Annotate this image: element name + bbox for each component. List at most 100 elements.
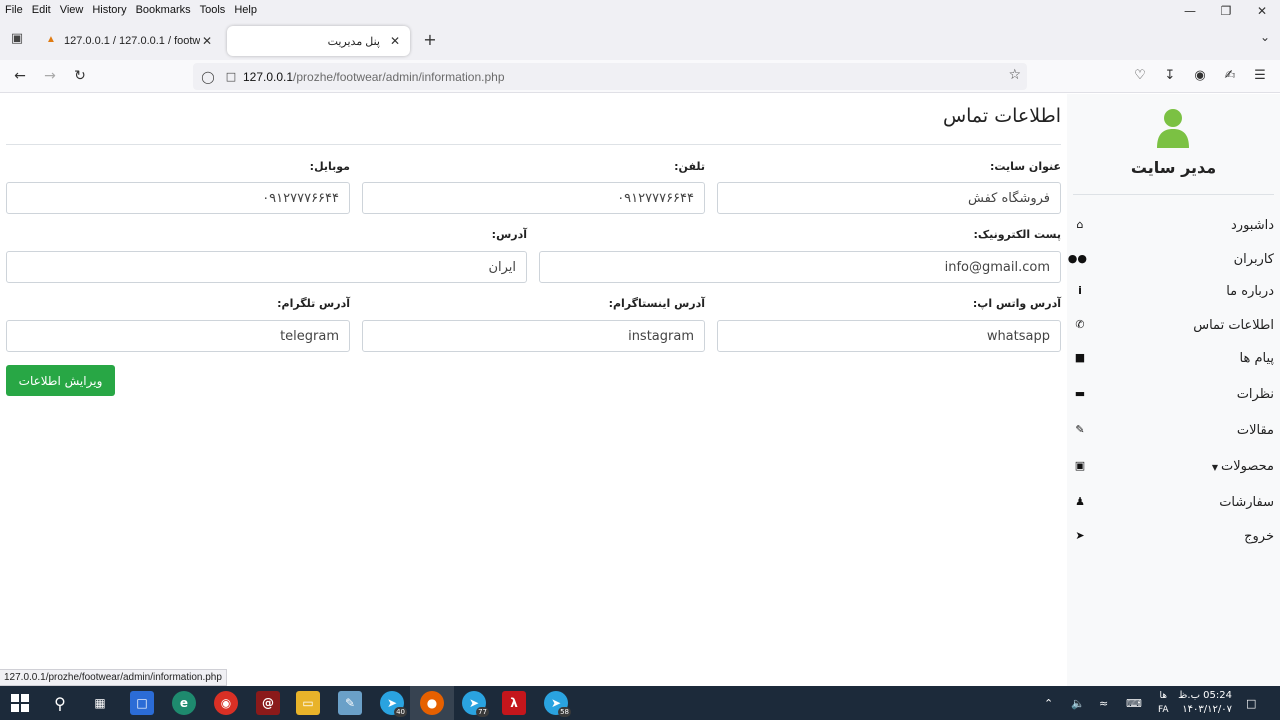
firefox-icon[interactable]: ● <box>420 691 444 715</box>
minimize-icon[interactable]: — <box>1172 0 1208 22</box>
sidebar-item-products[interactable]: محصولات▼ ▣ <box>1073 455 1274 477</box>
sidebar-item-logout[interactable]: خروج ➤ <box>1073 525 1274 547</box>
menu-file[interactable]: File <box>1 4 27 16</box>
telegram-icon[interactable]: ➤ 77 <box>462 691 489 717</box>
system-clock[interactable]: 05:24 ب.ظ ۱۴۰۳/۱۲/۰۷ <box>1178 689 1232 717</box>
menu-help[interactable]: Help <box>230 4 261 16</box>
sidebar-item-about[interactable]: درباره ما i <box>1073 280 1274 302</box>
sidebar-item-label: مقالات <box>1236 422 1274 438</box>
sidebar-item-comments[interactable]: نظرات ▬ <box>1073 383 1274 405</box>
chrome-icon[interactable]: ◉ <box>214 691 238 715</box>
sidebar-item-dashboard[interactable]: داشبورد ⌂ <box>1073 214 1275 236</box>
card-icon: ▬ <box>1074 387 1086 400</box>
download-icon[interactable]: ↧ <box>1160 66 1180 86</box>
restore-icon[interactable]: ❐ <box>1208 0 1244 22</box>
back-icon[interactable]: ← <box>10 66 30 86</box>
phone-input[interactable]: ۰۹۱۲۷۷۷۶۶۴۴ <box>362 182 705 214</box>
windows-start-icon[interactable] <box>8 691 32 715</box>
tab-phpmyadmin[interactable]: ▲ 127.0.0.1 / 127.0.0.1 / footwear ✕ <box>38 26 222 56</box>
file-explorer-icon[interactable]: ▭ <box>296 691 320 715</box>
tab-close-icon[interactable]: ✕ <box>200 34 214 48</box>
sidebar-item-users[interactable]: کاربران ●● <box>1068 248 1274 270</box>
hamburger-menu-icon[interactable]: ☰ <box>1250 66 1270 86</box>
taskbar: ⚲ ▦ □ e ◉ @ ▭ ✎ ➤ 40 ● ➤ 77 λ ➤ 58 ⌃ 🔈 ≈ ⌨ … <box>0 686 1280 720</box>
tab-label: 127.0.0.1 / 127.0.0.1 / footwear <box>64 35 200 47</box>
telegram-icon[interactable]: ➤ 58 <box>544 691 571 717</box>
acrobat-icon[interactable]: λ <box>502 691 526 715</box>
notepad-icon[interactable]: ✎ <box>338 691 362 715</box>
account-icon[interactable]: ◉ <box>1190 66 1210 86</box>
wifi-icon[interactable]: ≈ <box>1099 686 1108 720</box>
status-bar-url: 127.0.0.1/prozhe/footwear/admin/informat… <box>0 669 227 686</box>
shield-icon[interactable]: ◯ <box>193 70 223 84</box>
close-icon[interactable]: ✕ <box>1244 0 1280 22</box>
url-text[interactable]: 127.0.0.1/prozhe/footwear/admin/informat… <box>243 70 505 84</box>
mobile-input[interactable]: ۰۹۱۲۷۷۷۶۶۴۴ <box>6 182 350 214</box>
email-input[interactable]: info@gmail.com <box>539 251 1061 283</box>
store-icon[interactable]: □ <box>130 691 154 715</box>
bookmark-star-icon[interactable]: ☆ <box>1008 67 1021 83</box>
new-tab-icon[interactable]: + <box>421 31 439 49</box>
app-icon[interactable]: @ <box>256 691 280 715</box>
navigation-bar: ← → ↻ ◯ □ 127.0.0.1/prozhe/footwear/admi… <box>0 60 1280 93</box>
info-icon: i <box>1078 284 1082 297</box>
clock-date: ۱۴۰۳/۱۲/۰۷ <box>1182 704 1232 715</box>
keyboard-icon[interactable]: ⌨ <box>1126 686 1142 720</box>
tab-list-icon[interactable]: ▣ <box>8 31 26 49</box>
forward-icon[interactable]: → <box>40 66 60 86</box>
sidebar-item-label: خروج <box>1244 528 1274 544</box>
edge-icon[interactable]: e <box>172 691 196 715</box>
pocket-icon[interactable]: ♡ <box>1130 66 1150 86</box>
notification-badge: 77 <box>476 707 489 717</box>
notification-center-icon[interactable]: □ <box>1246 686 1256 720</box>
page-content: مدیر سایت داشبورد ⌂ کاربران ●● درباره ما… <box>0 94 1280 686</box>
instagram-input[interactable]: instagram <box>362 320 705 352</box>
task-view-icon[interactable]: ▦ <box>88 691 112 715</box>
edit-info-button[interactable]: ویرایش اطلاعات <box>6 365 115 396</box>
menu-history[interactable]: History <box>88 4 130 16</box>
title-divider <box>6 144 1061 145</box>
whatsapp-input[interactable]: whatsapp <box>717 320 1061 352</box>
tab-close-icon[interactable]: ✕ <box>388 34 402 48</box>
url-path: /prozhe/footwear/admin/information.php <box>293 69 505 84</box>
phone-label: تلفن: <box>674 160 705 173</box>
sidebar-item-messages[interactable]: پیام ها ■ <box>1073 347 1274 369</box>
sidebar: مدیر سایت داشبورد ⌂ کاربران ●● درباره ما… <box>1067 94 1280 686</box>
menu-edit[interactable]: Edit <box>28 4 55 16</box>
notification-badge: 40 <box>394 707 407 717</box>
clock-time: 05:24 ب.ظ <box>1178 690 1232 701</box>
reload-icon[interactable]: ↻ <box>70 66 90 86</box>
menu-tools[interactable]: Tools <box>196 4 230 16</box>
people-carry-icon: ♟ <box>1075 495 1085 508</box>
page-title: اطلاعات تماس <box>942 105 1061 127</box>
chevron-down-icon[interactable]: ⌄ <box>1260 30 1270 44</box>
user-avatar-icon <box>1157 109 1189 148</box>
site-title-input[interactable]: فروشگاه کفش <box>717 182 1061 214</box>
whatsapp-label: آدرس واتس اپ: <box>972 297 1061 310</box>
tab-admin-panel[interactable]: پنل مدیریت ✕ <box>227 26 410 56</box>
page-icon[interactable]: □ <box>223 70 239 83</box>
address-input[interactable]: ایران <box>6 251 527 283</box>
sidebar-item-orders[interactable]: سفارشات ♟ <box>1073 491 1274 513</box>
menu-view[interactable]: View <box>56 4 88 16</box>
main-panel: اطلاعات تماس عنوان سایت: فروشگاه کفش تلف… <box>6 94 1061 686</box>
sidebar-title: مدیر سایت <box>1130 158 1217 177</box>
mobile-label: موبایل: <box>309 160 350 173</box>
edit-icon: ✎ <box>1075 423 1085 436</box>
tray-chevron-up-icon[interactable]: ⌃ <box>1044 686 1053 720</box>
email-label: پست الکترونیک: <box>973 228 1061 241</box>
extensions-icon[interactable]: ✍ <box>1220 66 1240 86</box>
sidebar-item-label: نظرات <box>1236 386 1274 402</box>
url-bar[interactable]: ◯ □ 127.0.0.1/prozhe/footwear/admin/info… <box>193 63 1027 90</box>
url-host: 127.0.0.1 <box>243 69 294 84</box>
sidebar-item-contact[interactable]: اطلاعات تماس ✆ <box>1073 314 1274 336</box>
sidebar-item-articles[interactable]: مقالات ✎ <box>1073 419 1274 441</box>
instagram-label: آدرس اینستاگرام: <box>608 297 705 310</box>
menu-bookmarks[interactable]: Bookmarks <box>132 4 195 16</box>
sign-out-icon: ➤ <box>1075 529 1085 542</box>
language-indicator[interactable]: ها FA <box>1158 686 1169 720</box>
volume-icon[interactable]: 🔈 <box>1071 686 1085 720</box>
telegram-icon[interactable]: ➤ 40 <box>380 691 407 717</box>
telegram-input[interactable]: telegram <box>6 320 350 352</box>
search-icon[interactable]: ⚲ <box>48 691 72 715</box>
